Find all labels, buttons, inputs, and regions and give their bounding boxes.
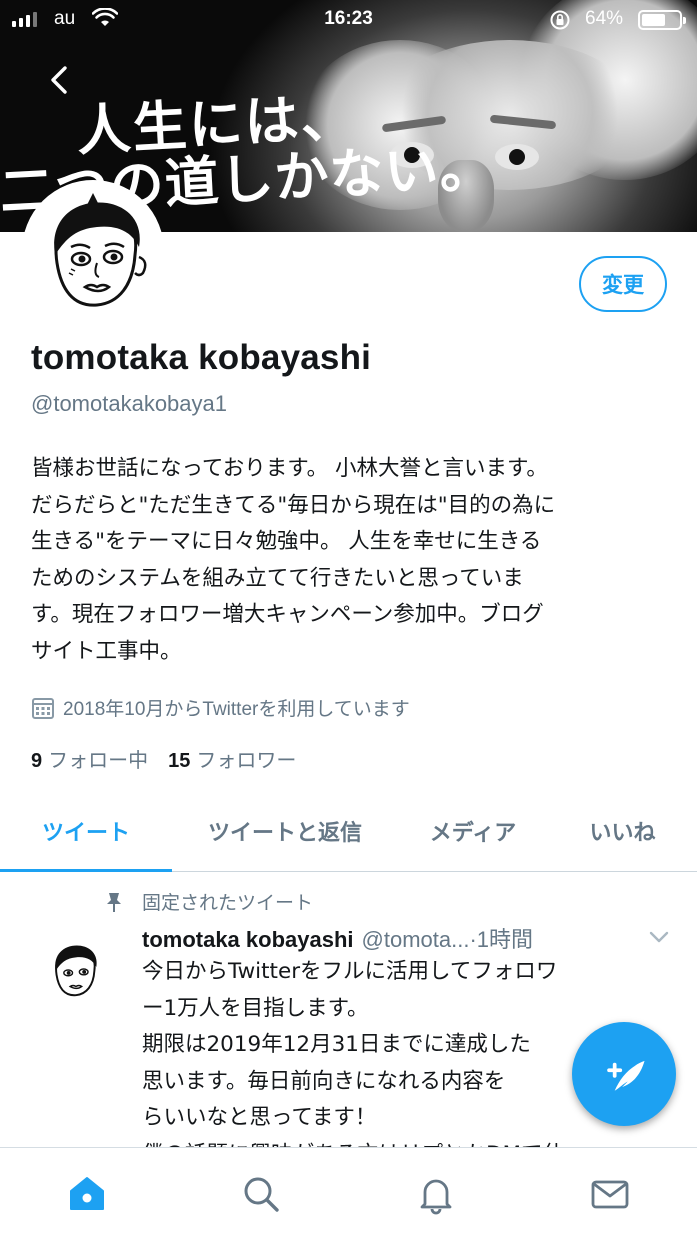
nav-notifications[interactable] <box>349 1148 523 1240</box>
messages-icon <box>591 1180 629 1209</box>
tab-media[interactable]: メディア <box>398 792 548 870</box>
tweet-author-name[interactable]: tomotaka kobayashi <box>142 927 354 953</box>
tweet-author-handle: @tomota... <box>361 927 470 952</box>
followers-link[interactable]: 15 フォロワー <box>168 744 296 773</box>
nav-messages[interactable] <box>523 1148 697 1240</box>
tab-tweets[interactable]: ツイート <box>0 792 172 872</box>
following-link[interactable]: 9 フォロー中 <box>31 744 148 773</box>
follow-stats: 9 フォロー中 15 フォロワー <box>31 744 296 773</box>
join-date-text: 2018年10月からTwitterを利用しています <box>63 699 410 720</box>
profile-tabs: ツイート ツイートと返信 メディア いいね <box>0 792 697 872</box>
compose-tweet-button[interactable] <box>572 1022 676 1126</box>
profile-bio: 皆様お世話になっております。 小林大誉と言います。 だらだらと"ただ生きてる"毎… <box>31 456 556 664</box>
notifications-icon <box>420 1179 452 1215</box>
avatar-illustration <box>54 193 147 307</box>
avatar-illustration-small <box>55 945 97 997</box>
followers-count: 15 <box>168 750 191 772</box>
compose-feather-icon <box>607 1060 645 1091</box>
search-icon <box>244 1177 280 1212</box>
tweet-header: tomotaka kobayashi @tomota... ·1時間 <box>142 922 682 954</box>
join-date: 2018年10月からTwitterを利用しています <box>31 694 410 721</box>
home-icon <box>70 1177 105 1210</box>
followers-label: フォロワー <box>196 750 297 772</box>
tab-tweets-and-replies[interactable]: ツイートと返信 <box>172 792 398 870</box>
calendar-icon <box>32 697 54 719</box>
display-name: tomotaka kobayashi <box>31 338 372 377</box>
back-arrow-icon[interactable] <box>38 58 82 102</box>
following-count: 9 <box>31 750 43 772</box>
edit-profile-button[interactable]: 変更 <box>579 256 667 312</box>
battery-icon <box>638 10 686 30</box>
battery-percent: 64% <box>585 8 624 29</box>
nav-search[interactable] <box>174 1148 348 1240</box>
user-handle: @tomotakakobaya1 <box>31 391 228 416</box>
pinned-indicator: 固定されたツイート <box>104 888 313 915</box>
tweet-time: ·1時間 <box>469 927 534 952</box>
bottom-navigation <box>0 1147 697 1240</box>
rotation-lock-icon <box>550 10 570 30</box>
pin-icon <box>107 892 121 912</box>
tab-likes[interactable]: いいね <box>548 792 697 870</box>
status-bar: au 16:23 64% <box>0 0 697 40</box>
tweet-author-avatar[interactable] <box>42 937 106 1001</box>
banner-eye-right <box>495 144 539 170</box>
pinned-label: 固定されたツイート <box>142 892 314 914</box>
following-label: フォロー中 <box>48 750 149 772</box>
nav-home[interactable] <box>0 1148 174 1240</box>
profile-avatar[interactable] <box>22 180 164 322</box>
chevron-down-icon[interactable] <box>648 929 670 945</box>
